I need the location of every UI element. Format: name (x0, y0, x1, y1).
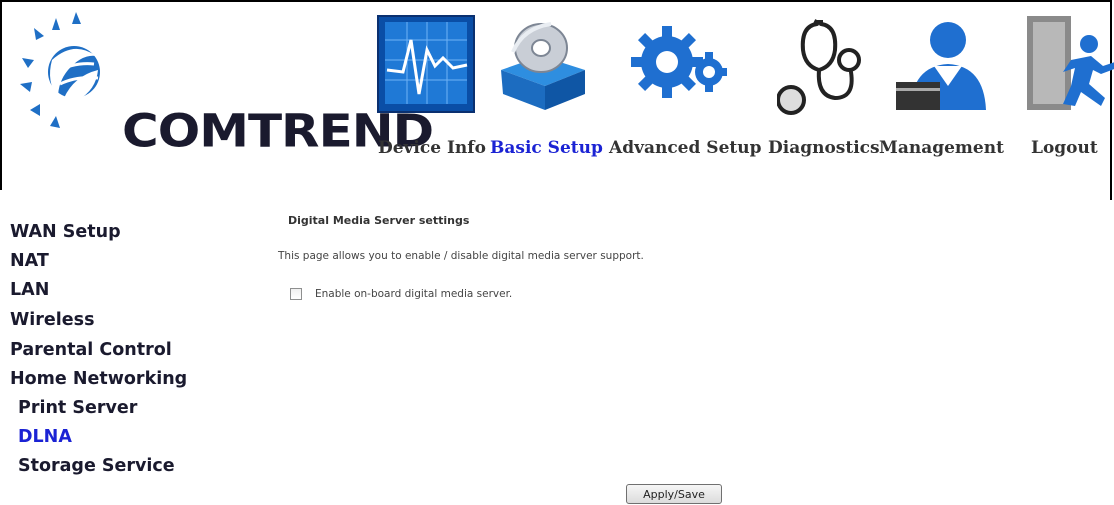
sidebar-item-home-networking[interactable]: Home Networking (10, 369, 187, 389)
nav-advanced-setup[interactable]: Advanced Setup (609, 138, 762, 158)
comtrend-swirl-icon (20, 12, 100, 128)
diagnostics-icon[interactable] (776, 10, 875, 115)
nav-logout[interactable]: Logout (1031, 138, 1098, 158)
nav-management[interactable]: Management (879, 138, 1004, 158)
sidebar-item-wireless[interactable]: Wireless (10, 310, 95, 330)
nav-diagnostics[interactable]: Diagnostics (768, 138, 880, 158)
page-description: This page allows you to enable / disable… (278, 250, 644, 262)
sidebar-item-nat[interactable]: NAT (10, 251, 49, 271)
advanced-setup-icon[interactable] (631, 10, 729, 115)
enable-dms-checkbox[interactable] (290, 288, 302, 300)
enable-dms-label: Enable on-board digital media server. (315, 288, 513, 300)
main-content: Digital Media Server settings This page … (222, 200, 1112, 505)
apply-save-button[interactable]: Apply/Save (626, 484, 722, 504)
management-icon[interactable] (890, 10, 988, 115)
sidebar-item-print-server[interactable]: Print Server (18, 398, 137, 418)
basic-setup-icon[interactable] (493, 10, 591, 115)
header: COMTREND Device Info Basic Setup Advance… (0, 0, 1114, 190)
sidebar-item-storage-service[interactable]: Storage Service (18, 456, 175, 476)
nav-basic-setup[interactable]: Basic Setup (490, 138, 603, 158)
enable-dms-row: Enable on-board digital media server. (290, 288, 512, 300)
sidebar-item-parental-control[interactable]: Parental Control (10, 340, 172, 360)
sidebar: WAN Setup NAT LAN Wireless Parental Cont… (0, 190, 222, 505)
sidebar-item-wan-setup[interactable]: WAN Setup (10, 222, 121, 242)
sidebar-item-lan[interactable]: LAN (10, 280, 49, 300)
page-title: Digital Media Server settings (288, 214, 470, 227)
nav-device-info[interactable]: Device Info (378, 138, 486, 158)
logout-icon[interactable] (1023, 10, 1114, 115)
sidebar-item-dlna[interactable]: DLNA (18, 427, 72, 447)
comtrend-logo[interactable]: COMTREND (12, 10, 434, 180)
top-nav: Device Info Basic Setup Advanced Setup D… (375, 0, 1114, 190)
device-info-icon[interactable] (377, 10, 475, 115)
